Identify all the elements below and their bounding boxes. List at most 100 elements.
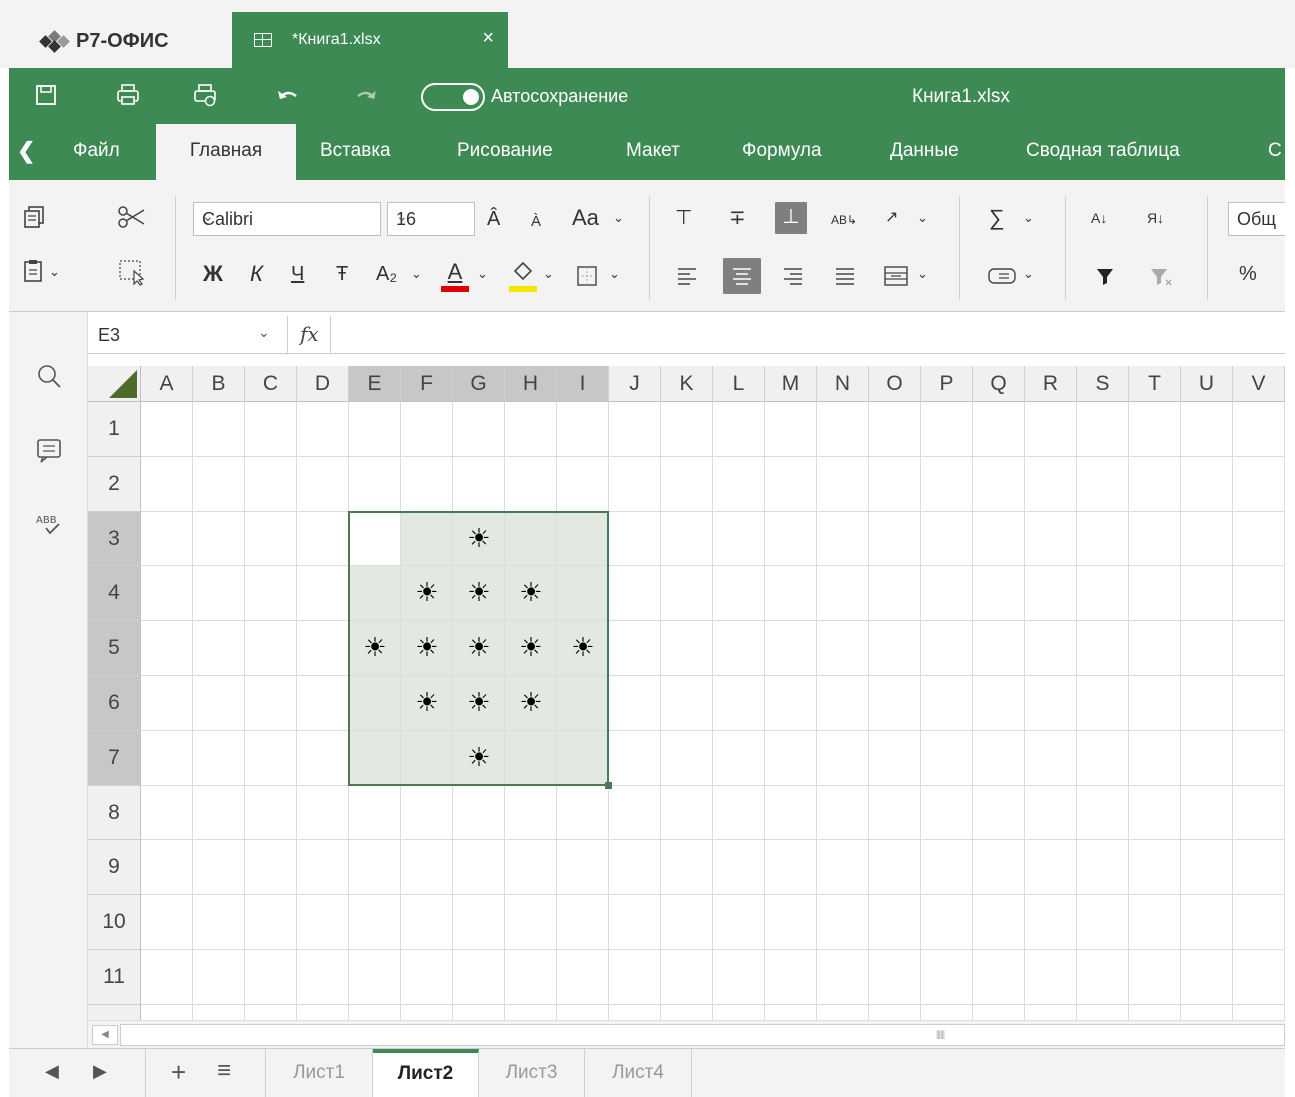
scroll-left-icon[interactable]: ◀ (92, 1025, 118, 1045)
cell-F5[interactable]: ☀ (401, 621, 453, 676)
column-header-F[interactable]: F (401, 366, 453, 402)
align-top-icon[interactable]: ⊤ (675, 204, 692, 232)
autosave-toggle[interactable] (421, 83, 485, 111)
align-bottom-icon[interactable]: ⊥ (775, 202, 807, 234)
comments-icon[interactable] (33, 434, 65, 466)
subscript-icon[interactable]: A₂ (376, 260, 397, 288)
fill-handle[interactable] (605, 781, 612, 789)
align-middle-icon[interactable]: ∓ (729, 204, 746, 232)
tab-home[interactable]: Главная (156, 124, 296, 180)
next-sheet-icon[interactable]: ▶ (93, 1061, 107, 1082)
sheet-list-button[interactable]: ≡ (217, 1057, 231, 1085)
cell-H4[interactable]: ☀ (505, 566, 557, 621)
tab-overflow[interactable]: С (1268, 124, 1282, 180)
column-header-D[interactable]: D (297, 366, 349, 402)
paste-icon[interactable] (21, 258, 47, 284)
paste-dropdown-icon[interactable]: ⌄ (49, 258, 60, 286)
horizontal-scrollbar[interactable]: ◀ |||||| (88, 1020, 1285, 1048)
row-header-7[interactable]: 7 (88, 730, 141, 786)
sum-icon[interactable]: ∑ (989, 204, 1005, 232)
borders-icon[interactable] (575, 264, 599, 288)
column-header-V[interactable]: V (1233, 366, 1285, 402)
align-right-icon[interactable] (781, 264, 805, 288)
chevron-down-icon[interactable]: ⌄ (258, 324, 270, 341)
spreadsheet-grid[interactable]: ABCDEFGHIJKLMNOPQRSTUV 1 2 3 4 5 6 7 8 9 10 11 ☀ ☀ ☀… (88, 354, 1285, 1020)
cell-E5[interactable]: ☀ (349, 621, 401, 676)
merge-cells-icon[interactable] (883, 264, 909, 288)
column-header-N[interactable]: N (817, 366, 869, 402)
column-header-I[interactable]: I (557, 366, 609, 402)
cell-G4[interactable]: ☀ (453, 566, 505, 621)
select-all-corner[interactable] (88, 366, 141, 402)
cell-F4[interactable]: ☀ (401, 566, 453, 621)
name-box[interactable]: E3 ⌄ (88, 316, 288, 354)
function-wizard-button[interactable]: fx (300, 322, 319, 346)
column-header-M[interactable]: M (765, 366, 817, 402)
chevron-down-icon[interactable]: ⌄ (917, 204, 928, 232)
justify-icon[interactable] (833, 264, 857, 288)
column-header-L[interactable]: L (713, 366, 765, 402)
column-header-B[interactable]: B (193, 366, 245, 402)
row-header-4[interactable]: 4 (88, 566, 141, 622)
clear-filter-icon[interactable] (1147, 264, 1173, 288)
chevron-down-icon[interactable]: ⌄ (1023, 204, 1034, 232)
scrollbar-thumb[interactable]: |||||| (120, 1024, 1285, 1046)
row-header-3[interactable]: 3 (88, 511, 141, 567)
font-color-icon[interactable]: A (441, 258, 469, 294)
select-all-icon[interactable] (117, 258, 147, 286)
row-header-6[interactable]: 6 (88, 676, 141, 731)
undo-icon[interactable] (274, 82, 300, 108)
align-center-icon[interactable] (723, 258, 761, 294)
add-sheet-button[interactable]: + (171, 1057, 186, 1088)
cut-icon[interactable] (117, 204, 147, 230)
tab-data[interactable]: Данные (890, 124, 959, 180)
bold-button[interactable]: Ж (203, 260, 223, 288)
sheet-tab-4[interactable]: Лист4 (585, 1049, 692, 1097)
cell-G5[interactable]: ☀ (453, 621, 505, 676)
percent-button[interactable]: % (1239, 260, 1257, 288)
column-header-K[interactable]: K (661, 366, 713, 402)
prev-sheet-icon[interactable]: ◀ (45, 1061, 59, 1082)
row-header-10[interactable]: 10 (88, 895, 141, 950)
spellcheck-icon[interactable]: ABB (33, 508, 65, 540)
column-header-Q[interactable]: Q (973, 366, 1025, 402)
tab-pivot-table[interactable]: Сводная таблица (1026, 124, 1180, 180)
column-header-E[interactable]: E (349, 366, 401, 402)
row-header-5[interactable]: 5 (88, 621, 141, 676)
sort-ascending-icon[interactable]: А↓ (1091, 204, 1107, 232)
sheet-tab-3[interactable]: Лист3 (479, 1049, 585, 1097)
cell-F6[interactable]: ☀ (401, 676, 453, 731)
cell-H5[interactable]: ☀ (505, 621, 557, 676)
tab-draw[interactable]: Рисование (457, 124, 553, 180)
search-icon[interactable] (33, 360, 65, 392)
font-name-select[interactable]: Calibri ⌄ (193, 202, 381, 236)
column-header-P[interactable]: P (921, 366, 973, 402)
italic-button[interactable]: К (250, 260, 263, 288)
column-header-C[interactable]: C (245, 366, 297, 402)
increase-font-icon[interactable]: Â (487, 205, 500, 233)
column-header-U[interactable]: U (1181, 366, 1233, 402)
align-left-icon[interactable] (675, 264, 699, 288)
tab-insert[interactable]: Вставка (320, 124, 391, 180)
cell-G3[interactable]: ☀ (453, 512, 505, 567)
tab-formula[interactable]: Формула (742, 124, 822, 180)
row-header-9[interactable]: 9 (88, 840, 141, 896)
underline-button[interactable]: Ч (291, 260, 304, 288)
row-header-partial[interactable] (88, 1004, 141, 1020)
cell-G7[interactable]: ☀ (453, 731, 505, 786)
column-header-R[interactable]: R (1025, 366, 1077, 402)
save-icon[interactable] (33, 82, 59, 108)
redo-icon[interactable] (354, 82, 380, 108)
cell-G6[interactable]: ☀ (453, 676, 505, 731)
chevron-down-icon[interactable]: ⌄ (609, 260, 620, 288)
chevron-down-icon[interactable]: ⌄ (477, 260, 488, 288)
text-orientation-icon[interactable]: ↗ (885, 204, 898, 232)
column-header-J[interactable]: J (609, 366, 661, 402)
column-header-S[interactable]: S (1077, 366, 1129, 402)
menu-scroll-left-icon[interactable]: ❮ (17, 138, 35, 164)
column-header-G[interactable]: G (453, 366, 505, 402)
sort-descending-icon[interactable]: Я↓ (1147, 204, 1164, 232)
font-size-select[interactable]: 16 ⌄ (387, 202, 475, 236)
change-case-icon[interactable]: Aa (572, 204, 599, 232)
quick-print-icon[interactable] (192, 82, 218, 108)
